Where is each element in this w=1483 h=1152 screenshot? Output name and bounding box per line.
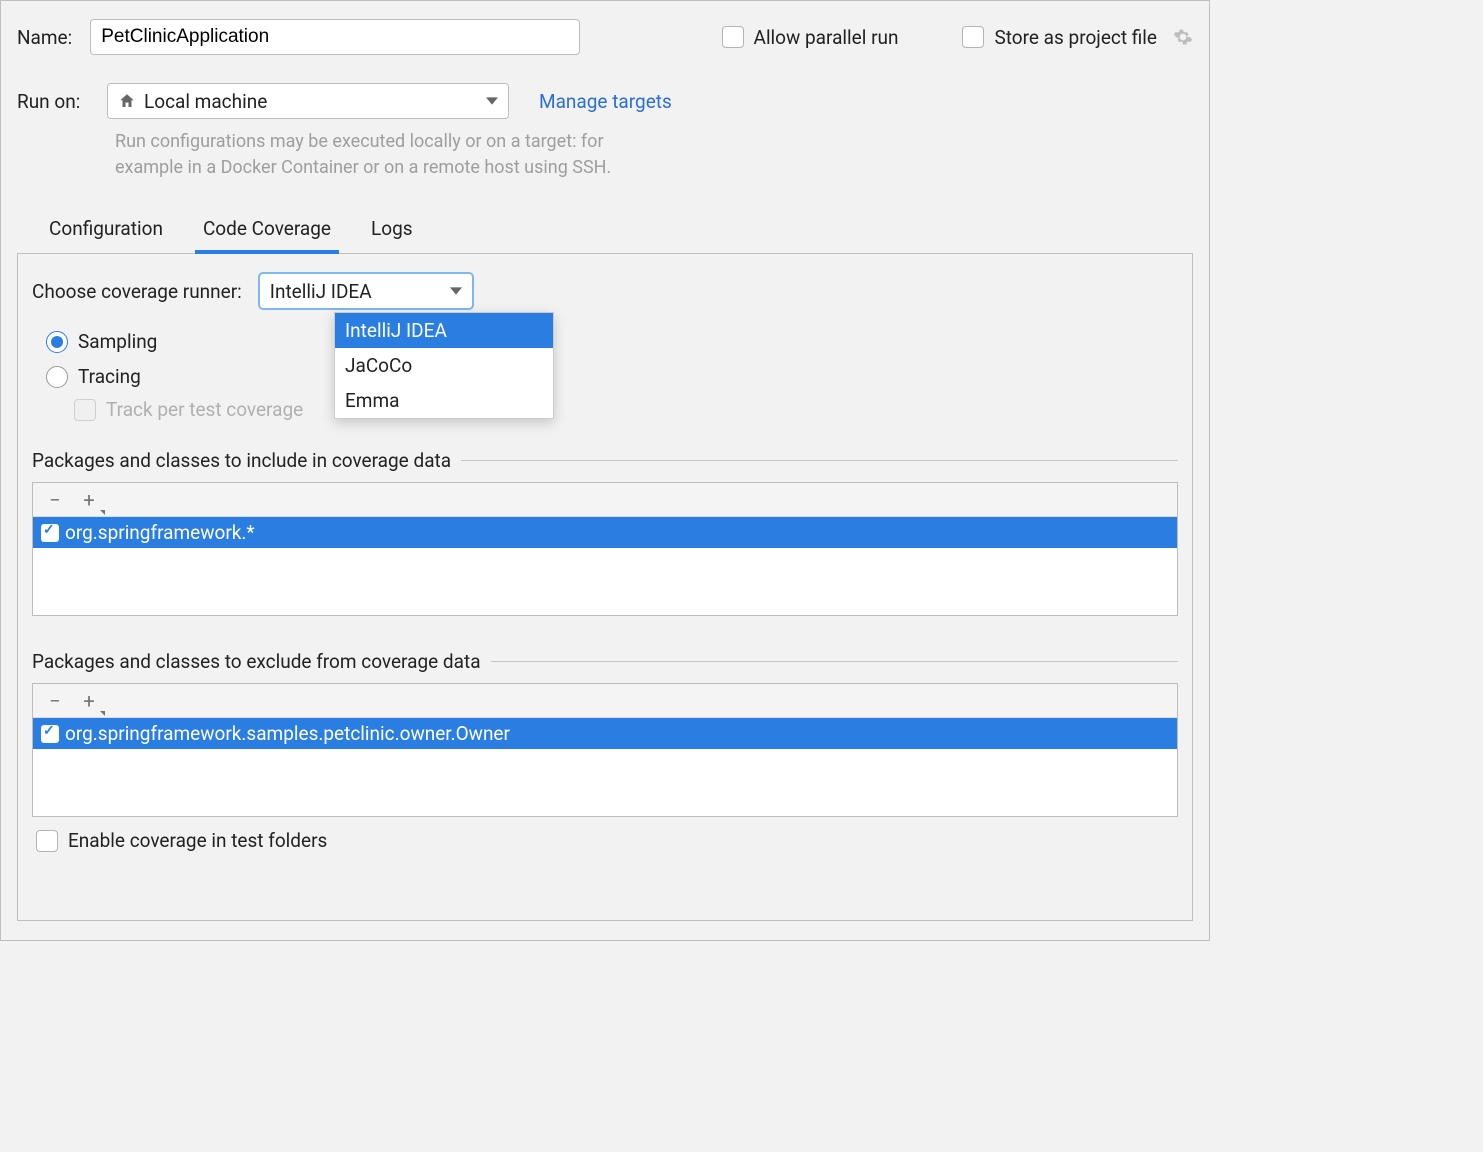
- tab-bar: Configuration Code Coverage Logs: [17, 211, 1193, 254]
- track-per-test-row: Track per test coverage: [74, 398, 1178, 421]
- store-project-checkbox-wrap[interactable]: Store as project file: [962, 26, 1193, 49]
- include-title: Packages and classes to include in cover…: [32, 449, 451, 472]
- gear-icon[interactable]: [1173, 27, 1193, 47]
- exclude-item[interactable]: org.springframework.samples.petclinic.ow…: [33, 718, 1177, 749]
- name-label: Name:: [17, 26, 72, 49]
- run-on-combo[interactable]: Local machine: [107, 83, 509, 119]
- runner-option-jacoco[interactable]: JaCoCo: [335, 348, 553, 383]
- exclude-item-text: org.springframework.samples.petclinic.ow…: [65, 722, 510, 745]
- store-project-checkbox[interactable]: [962, 26, 984, 48]
- divider: [491, 661, 1178, 662]
- include-header: Packages and classes to include in cover…: [32, 449, 1178, 472]
- include-remove-button[interactable]: −: [41, 487, 69, 513]
- include-add-button[interactable]: +: [75, 487, 103, 513]
- manage-targets-link[interactable]: Manage targets: [539, 90, 672, 113]
- tracing-radio[interactable]: [46, 366, 68, 388]
- enable-test-folders-checkbox[interactable]: [36, 830, 58, 852]
- tracing-label: Tracing: [78, 365, 141, 388]
- name-row: Name: Allow parallel run Store as projec…: [17, 19, 1193, 55]
- run-config-panel: Name: Allow parallel run Store as projec…: [0, 0, 1210, 941]
- runner-label: Choose coverage runner:: [32, 280, 242, 303]
- store-project-label: Store as project file: [994, 26, 1157, 49]
- allow-parallel-checkbox[interactable]: [722, 26, 744, 48]
- track-per-test-checkbox: [74, 399, 96, 421]
- sampling-radio-row[interactable]: Sampling: [46, 324, 1178, 359]
- include-item-checkbox[interactable]: [41, 524, 59, 542]
- run-on-label: Run on:: [17, 90, 95, 113]
- include-item[interactable]: org.springframework.*: [33, 517, 1177, 548]
- sampling-label: Sampling: [78, 330, 157, 353]
- chevron-down-icon: [486, 95, 498, 107]
- chevron-down-icon: [450, 285, 462, 297]
- include-toolbar: − +: [33, 483, 1177, 517]
- runner-option-intellij[interactable]: IntelliJ IDEA: [335, 313, 553, 348]
- run-on-hint: Run configurations may be executed local…: [115, 129, 675, 181]
- runner-option-emma[interactable]: Emma: [335, 383, 553, 418]
- tracing-radio-row[interactable]: Tracing: [46, 359, 1178, 394]
- tab-code-coverage[interactable]: Code Coverage: [195, 211, 339, 254]
- exclude-add-button[interactable]: +: [75, 688, 103, 714]
- track-per-test-label: Track per test coverage: [106, 398, 303, 421]
- enable-test-folders-row[interactable]: Enable coverage in test folders: [36, 829, 1178, 852]
- code-coverage-panel: Choose coverage runner: IntelliJ IDEA In…: [17, 253, 1193, 921]
- allow-parallel-checkbox-wrap[interactable]: Allow parallel run: [722, 26, 899, 49]
- include-item-text: org.springframework.*: [65, 521, 255, 544]
- enable-test-folders-label: Enable coverage in test folders: [68, 829, 327, 852]
- include-list: − + org.springframework.*: [32, 482, 1178, 616]
- tab-configuration[interactable]: Configuration: [41, 211, 171, 254]
- home-icon: [118, 92, 136, 110]
- runner-row: Choose coverage runner: IntelliJ IDEA In…: [32, 272, 1178, 310]
- runner-combo[interactable]: IntelliJ IDEA: [258, 272, 474, 310]
- name-input[interactable]: [90, 19, 580, 55]
- exclude-toolbar: − +: [33, 684, 1177, 718]
- exclude-list: − + org.springframework.samples.petclini…: [32, 683, 1178, 817]
- exclude-title: Packages and classes to exclude from cov…: [32, 650, 481, 673]
- coverage-mode-group: Sampling Tracing Track per test coverage: [46, 324, 1178, 421]
- run-on-row: Run on: Local machine Manage targets: [17, 83, 1193, 119]
- exclude-remove-button[interactable]: −: [41, 688, 69, 714]
- runner-dropdown: IntelliJ IDEA JaCoCo Emma: [334, 312, 554, 419]
- sampling-radio[interactable]: [46, 331, 68, 353]
- exclude-item-checkbox[interactable]: [41, 725, 59, 743]
- exclude-header: Packages and classes to exclude from cov…: [32, 650, 1178, 673]
- tab-logs[interactable]: Logs: [363, 211, 421, 254]
- run-on-selected: Local machine: [144, 90, 486, 113]
- allow-parallel-label: Allow parallel run: [754, 26, 899, 49]
- runner-selected: IntelliJ IDEA: [270, 280, 450, 303]
- divider: [461, 460, 1178, 461]
